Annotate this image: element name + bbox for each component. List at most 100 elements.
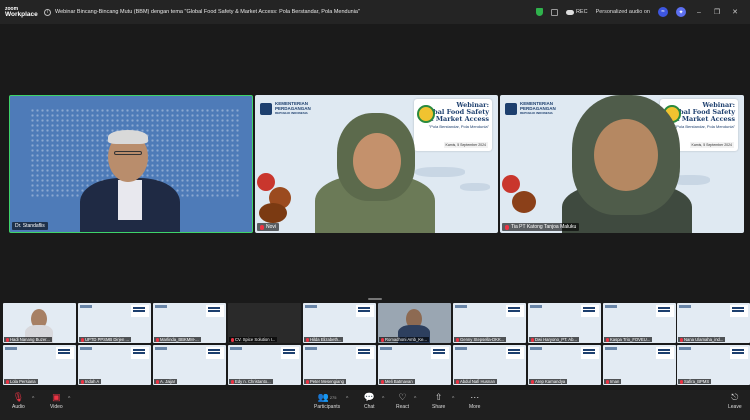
gallery-tile[interactable]: Iman — [603, 345, 676, 385]
participant-name-tag: Nana Ulamaha_ind... — [678, 337, 726, 342]
speaker-name: Tia PT Katong Tanjoa Maluku — [511, 224, 577, 230]
more-button[interactable]: ⋯ More — [469, 392, 481, 410]
react-icon: ♡ — [398, 392, 407, 402]
participant-name: Indah A — [85, 379, 100, 384]
mic-muted-icon — [156, 337, 159, 342]
audio-button[interactable]: 🎙 Audio — [12, 392, 25, 410]
speaker-tile-1[interactable]: Dr. Standaflis — [9, 95, 253, 233]
participant-name: Meli Batmavan — [385, 379, 413, 384]
gallery-tile[interactable]: Hilda Elizabeth... — [303, 303, 376, 343]
participants-button[interactable]: 👥 275 Participants — [314, 392, 340, 410]
participant-name-tag: Romadhoni Amb_Ke... — [379, 337, 429, 342]
gallery-tile[interactable]: Indah A — [78, 345, 151, 385]
garuda-emblem-icon — [260, 102, 272, 115]
participant-name-tag: Genny Stepsella-DKK... — [454, 337, 507, 342]
participant-name-tag: Abdul Nafi Husnan — [454, 379, 497, 384]
react-button[interactable]: ♡ React — [396, 392, 410, 410]
gallery-tile[interactable]: UPTD PPSMB Dirjen ... — [78, 303, 151, 343]
participant-name-tag: Peter Mesengiang — [304, 379, 346, 384]
participant-name-tag: Safira_BPMS — [678, 379, 712, 384]
mic-muted-icon — [531, 379, 534, 384]
participant-name-tag: Hilda Elizabeth... — [304, 337, 344, 342]
participant-name-tag: Dwi Haryono_PT. Ab... — [529, 337, 579, 342]
participant-name: Abdul Nafi Husnan — [460, 379, 495, 384]
gallery-strip: Hadi Nanang Buzer... UPTD PPSMB Dirjen .… — [0, 302, 750, 386]
webinar-subtitle: "Pola Berstandar, Pola Mendunia" — [428, 124, 489, 129]
speaker-name-tag: Dr. Standaflis — [12, 222, 48, 230]
share-options-chevron-icon[interactable]: ^ — [452, 396, 454, 402]
recording-indicator[interactable]: REC — [565, 9, 588, 15]
mic-muted-icon — [680, 379, 683, 384]
gallery-tile[interactable]: Hadi Nanang Buzer... — [3, 303, 76, 343]
mic-muted-icon — [6, 337, 9, 342]
gallery-tile[interactable]: Abdul Nafi Husnan — [453, 345, 526, 385]
leave-button[interactable]: ⎋ Leave — [728, 392, 742, 410]
participant-name: Dwi Haryono_PT. Ab... — [535, 337, 577, 342]
participants-options-chevron-icon[interactable]: ^ — [346, 396, 348, 402]
audio-settings-icon[interactable]: ≈ — [658, 7, 668, 17]
gallery-tile[interactable]: Kaspa Trio_FOVEU... — [603, 303, 676, 343]
speaker-tile-2[interactable]: KEMENTERIAN PERDAGANGAN REPUBLIK INDONES… — [255, 95, 498, 233]
participant-name: Genny Stepsella-DKK... — [460, 337, 505, 342]
gallery-tile[interactable]: CV. Spice Solution I... — [228, 303, 301, 343]
participant-name-tag: Indah A — [79, 379, 102, 384]
logo-line2: Workplace — [5, 11, 38, 18]
info-icon[interactable]: i — [44, 8, 51, 16]
participant-name: A. Jaijar — [160, 379, 176, 384]
rec-label: REC — [575, 9, 588, 15]
gallery-tile[interactable]: Meli Batmavan — [378, 345, 451, 385]
participant-name: Lola Persiana — [10, 379, 36, 384]
video-options-chevron-icon[interactable]: ^ — [68, 396, 70, 402]
speaker-tile-3[interactable]: KEMENTERIAN PERDAGANGAN REPUBLIK INDONES… — [500, 95, 744, 233]
security-shield-icon[interactable] — [535, 8, 543, 16]
participant-name: Hadi Nanang Buzer... — [10, 337, 50, 342]
ministry-logo: KEMENTERIAN PERDAGANGAN REPUBLIK INDONES… — [260, 101, 311, 116]
mic-muted-icon — [260, 224, 264, 230]
gallery-tile[interactable]: Romadhoni Amb_Ke... — [378, 303, 451, 343]
mic-muted-icon — [381, 379, 384, 384]
mic-muted-icon — [606, 379, 609, 384]
minimize-icon[interactable]: – — [694, 9, 704, 16]
apps-icon[interactable]: ✦ — [676, 7, 686, 17]
zoom-logo: zoom Workplace — [0, 6, 44, 18]
gallery-resize-handle[interactable] — [368, 298, 382, 300]
maximize-icon[interactable]: ❐ — [712, 8, 722, 16]
gallery-tile[interactable]: Nana Ulamaha_ind... — [677, 303, 750, 343]
cloud-icon — [565, 9, 574, 15]
audio-options-chevron-icon[interactable]: ^ — [32, 396, 34, 402]
mic-muted-icon — [531, 337, 534, 342]
garuda-emblem-icon — [505, 102, 517, 115]
gallery-tile[interactable]: Genny Stepsella-DKK... — [453, 303, 526, 343]
gallery-tile[interactable]: Edy n. Christanto... — [228, 345, 301, 385]
gallery-tile[interactable]: A. Jaijar — [153, 345, 226, 385]
react-options-chevron-icon[interactable]: ^ — [414, 396, 416, 402]
gallery-tile[interactable]: Marlinda_BBKMM-... — [153, 303, 226, 343]
chat-button[interactable]: 💬 Chat — [363, 392, 375, 410]
participant-name: Kaspa Trio_FOVEU... — [610, 337, 651, 342]
gallery-tile[interactable]: Safira_BPMS — [677, 345, 750, 385]
video-button[interactable]: ▣ Video — [50, 392, 63, 410]
chat-options-chevron-icon[interactable]: ^ — [382, 396, 384, 402]
participant-name-tag: UPTD PPSMB Dirjen ... — [79, 337, 131, 342]
leave-icon: ⎋ — [731, 392, 739, 402]
gallery-tile[interactable]: Lola Persiana — [3, 345, 76, 385]
participant-name: Arep Karnandya — [535, 379, 566, 384]
participant-name-tag: Marlinda_BBKMM-... — [154, 337, 201, 342]
mic-muted-icon — [680, 337, 683, 342]
react-label: React — [396, 404, 410, 410]
more-label: More — [469, 404, 481, 410]
close-icon[interactable]: ✕ — [730, 8, 740, 16]
gallery-tile[interactable]: Arep Karnandya — [528, 345, 601, 385]
participants-icon: 👥 275 — [317, 392, 337, 402]
participant-name: Iman — [610, 379, 620, 384]
chat-icon: 💬 — [363, 392, 375, 402]
participants-count: 275 — [329, 395, 337, 400]
share-button[interactable]: ⇧ Share — [432, 392, 445, 410]
gallery-tile[interactable]: Peter Mesengiang — [303, 345, 376, 385]
participant-name: Marlinda_BBKMM-... — [160, 337, 199, 342]
gallery-tile[interactable]: Dwi Haryono_PT. Ab... — [528, 303, 601, 343]
personalized-audio-label[interactable]: Personalized audio on — [596, 9, 650, 15]
mic-muted-icon — [456, 337, 459, 342]
ministry-line3: REPUBLIK INDONESIA — [275, 111, 308, 115]
view-icon[interactable] — [550, 8, 558, 16]
